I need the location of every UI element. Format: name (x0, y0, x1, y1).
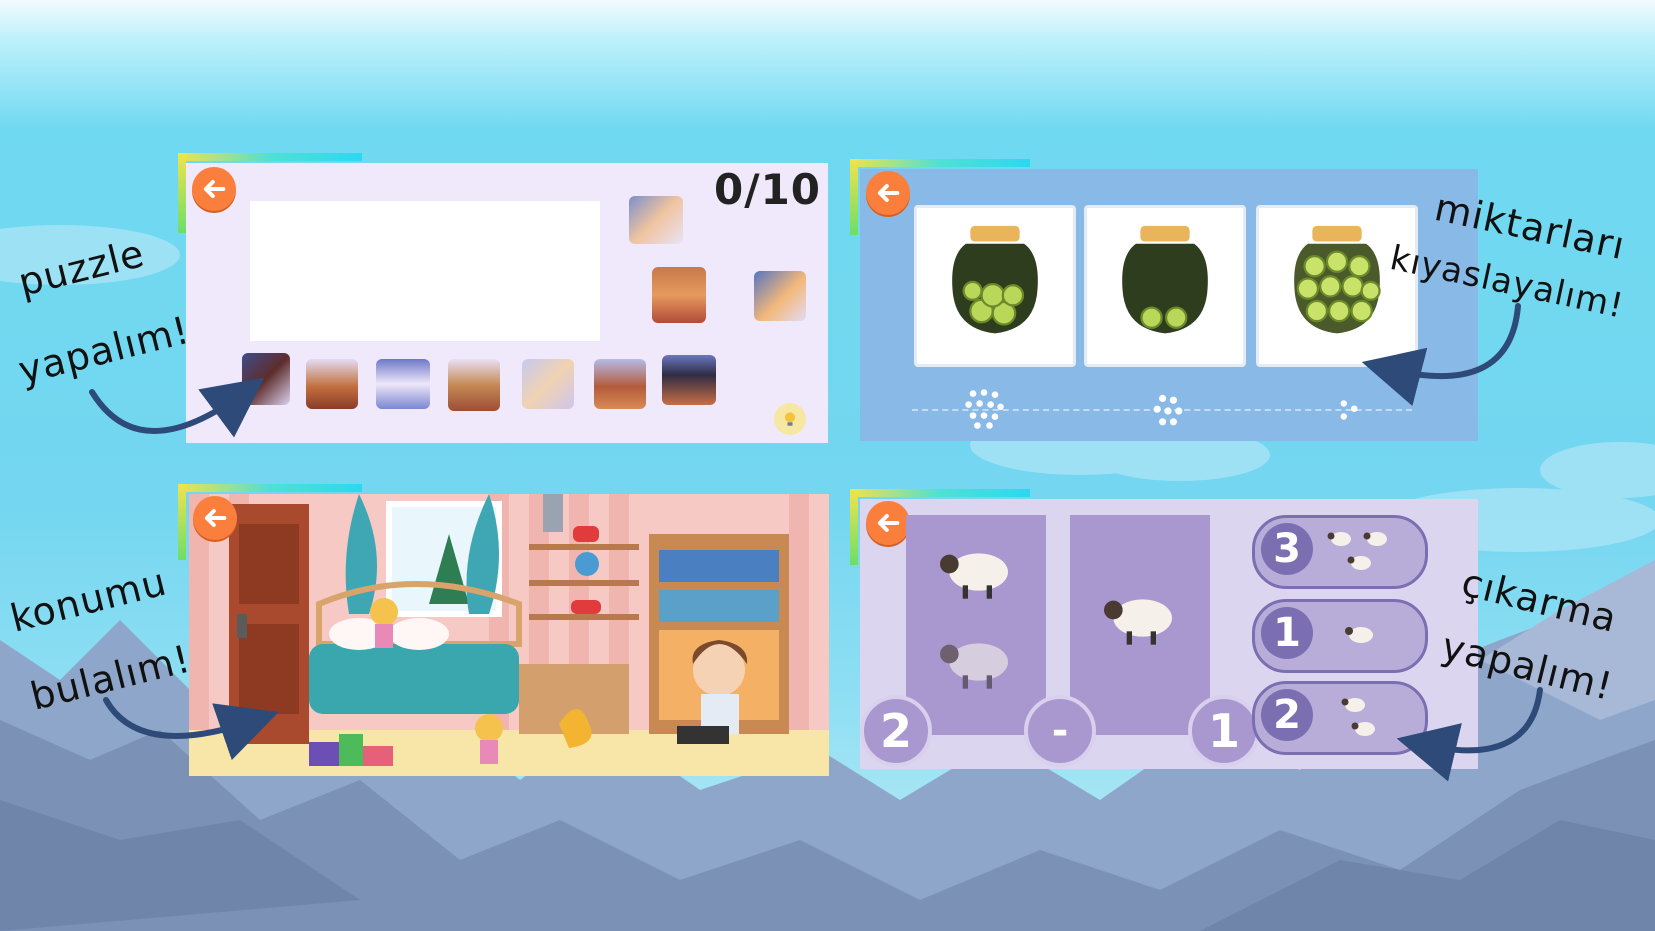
dot-group-large[interactable] (962, 387, 1006, 431)
background-scene (0, 225, 1655, 931)
back-button[interactable] (866, 171, 910, 215)
sheep-icon (1104, 599, 1172, 645)
compare-decor-bar-side (850, 159, 858, 235)
answer-option-1[interactable]: 1 (1252, 599, 1428, 673)
bedroom-scene[interactable] (189, 494, 829, 776)
left-sheep-box (906, 515, 1046, 735)
answer-option-2[interactable]: 2 (1252, 681, 1428, 755)
jar-low-icon (1122, 225, 1208, 334)
puzzle-decor-bar-side (178, 153, 186, 233)
subtract-game-panel: 2 - 1 3 1 2 (860, 499, 1478, 769)
arrow-left-icon (203, 180, 226, 198)
arrow-left-icon (877, 514, 900, 532)
jar-card[interactable] (1256, 205, 1418, 367)
right-sheep-box (1070, 515, 1210, 735)
puzzle-piece[interactable] (306, 359, 358, 409)
arrow-left-icon (204, 509, 227, 527)
puzzle-decor-bar (178, 153, 362, 161)
option-number: 2 (1261, 689, 1313, 741)
compare-decor-bar (850, 159, 1030, 167)
minus-operator: - (1024, 695, 1096, 767)
right-number: 1 (1188, 695, 1260, 767)
lightbulb-icon (785, 412, 795, 426)
puzzle-piece[interactable] (652, 267, 706, 323)
hint-button[interactable] (774, 403, 806, 435)
back-button[interactable] (192, 167, 236, 211)
sheep-faded-icon (940, 643, 1008, 689)
jar-card[interactable] (914, 205, 1076, 367)
puzzle-piece[interactable] (376, 359, 430, 409)
arrow-left-icon (877, 184, 900, 202)
subtract-decor-bar-side (850, 489, 858, 565)
subtract-decor-bar (850, 489, 1030, 497)
jar-many-icon (1294, 225, 1381, 334)
puzzle-game-panel: 0/10 (186, 163, 828, 443)
option-number: 1 (1261, 607, 1313, 659)
compare-game-panel (860, 169, 1478, 441)
puzzle-board[interactable] (250, 201, 600, 341)
locate-game-panel (189, 494, 829, 776)
puzzle-piece[interactable] (448, 359, 500, 411)
puzzle-score: 0/10 (714, 165, 822, 214)
back-button[interactable] (193, 496, 237, 540)
puzzle-piece[interactable] (629, 196, 683, 244)
sheep-icon (940, 553, 1008, 599)
back-button[interactable] (866, 501, 910, 545)
left-number: 2 (860, 695, 932, 767)
puzzle-piece[interactable] (662, 355, 716, 405)
puzzle-piece[interactable] (522, 359, 574, 409)
answer-option-3[interactable]: 3 (1252, 515, 1428, 589)
sheep-group-icon (1341, 698, 1375, 736)
puzzle-piece[interactable] (242, 353, 290, 405)
option-number: 3 (1261, 523, 1313, 575)
dot-group-small[interactable] (1336, 397, 1362, 423)
jar-card[interactable] (1084, 205, 1246, 367)
locate-decor-bar-side (178, 484, 186, 560)
puzzle-piece[interactable] (754, 271, 806, 321)
puzzle-piece[interactable] (594, 359, 646, 409)
dot-group-medium[interactable] (1150, 393, 1186, 429)
locate-decor-bar (178, 484, 362, 492)
jar-full-icon (952, 225, 1038, 334)
sheep-group-icon (1345, 627, 1373, 643)
sheep-group-icon (1327, 532, 1387, 570)
